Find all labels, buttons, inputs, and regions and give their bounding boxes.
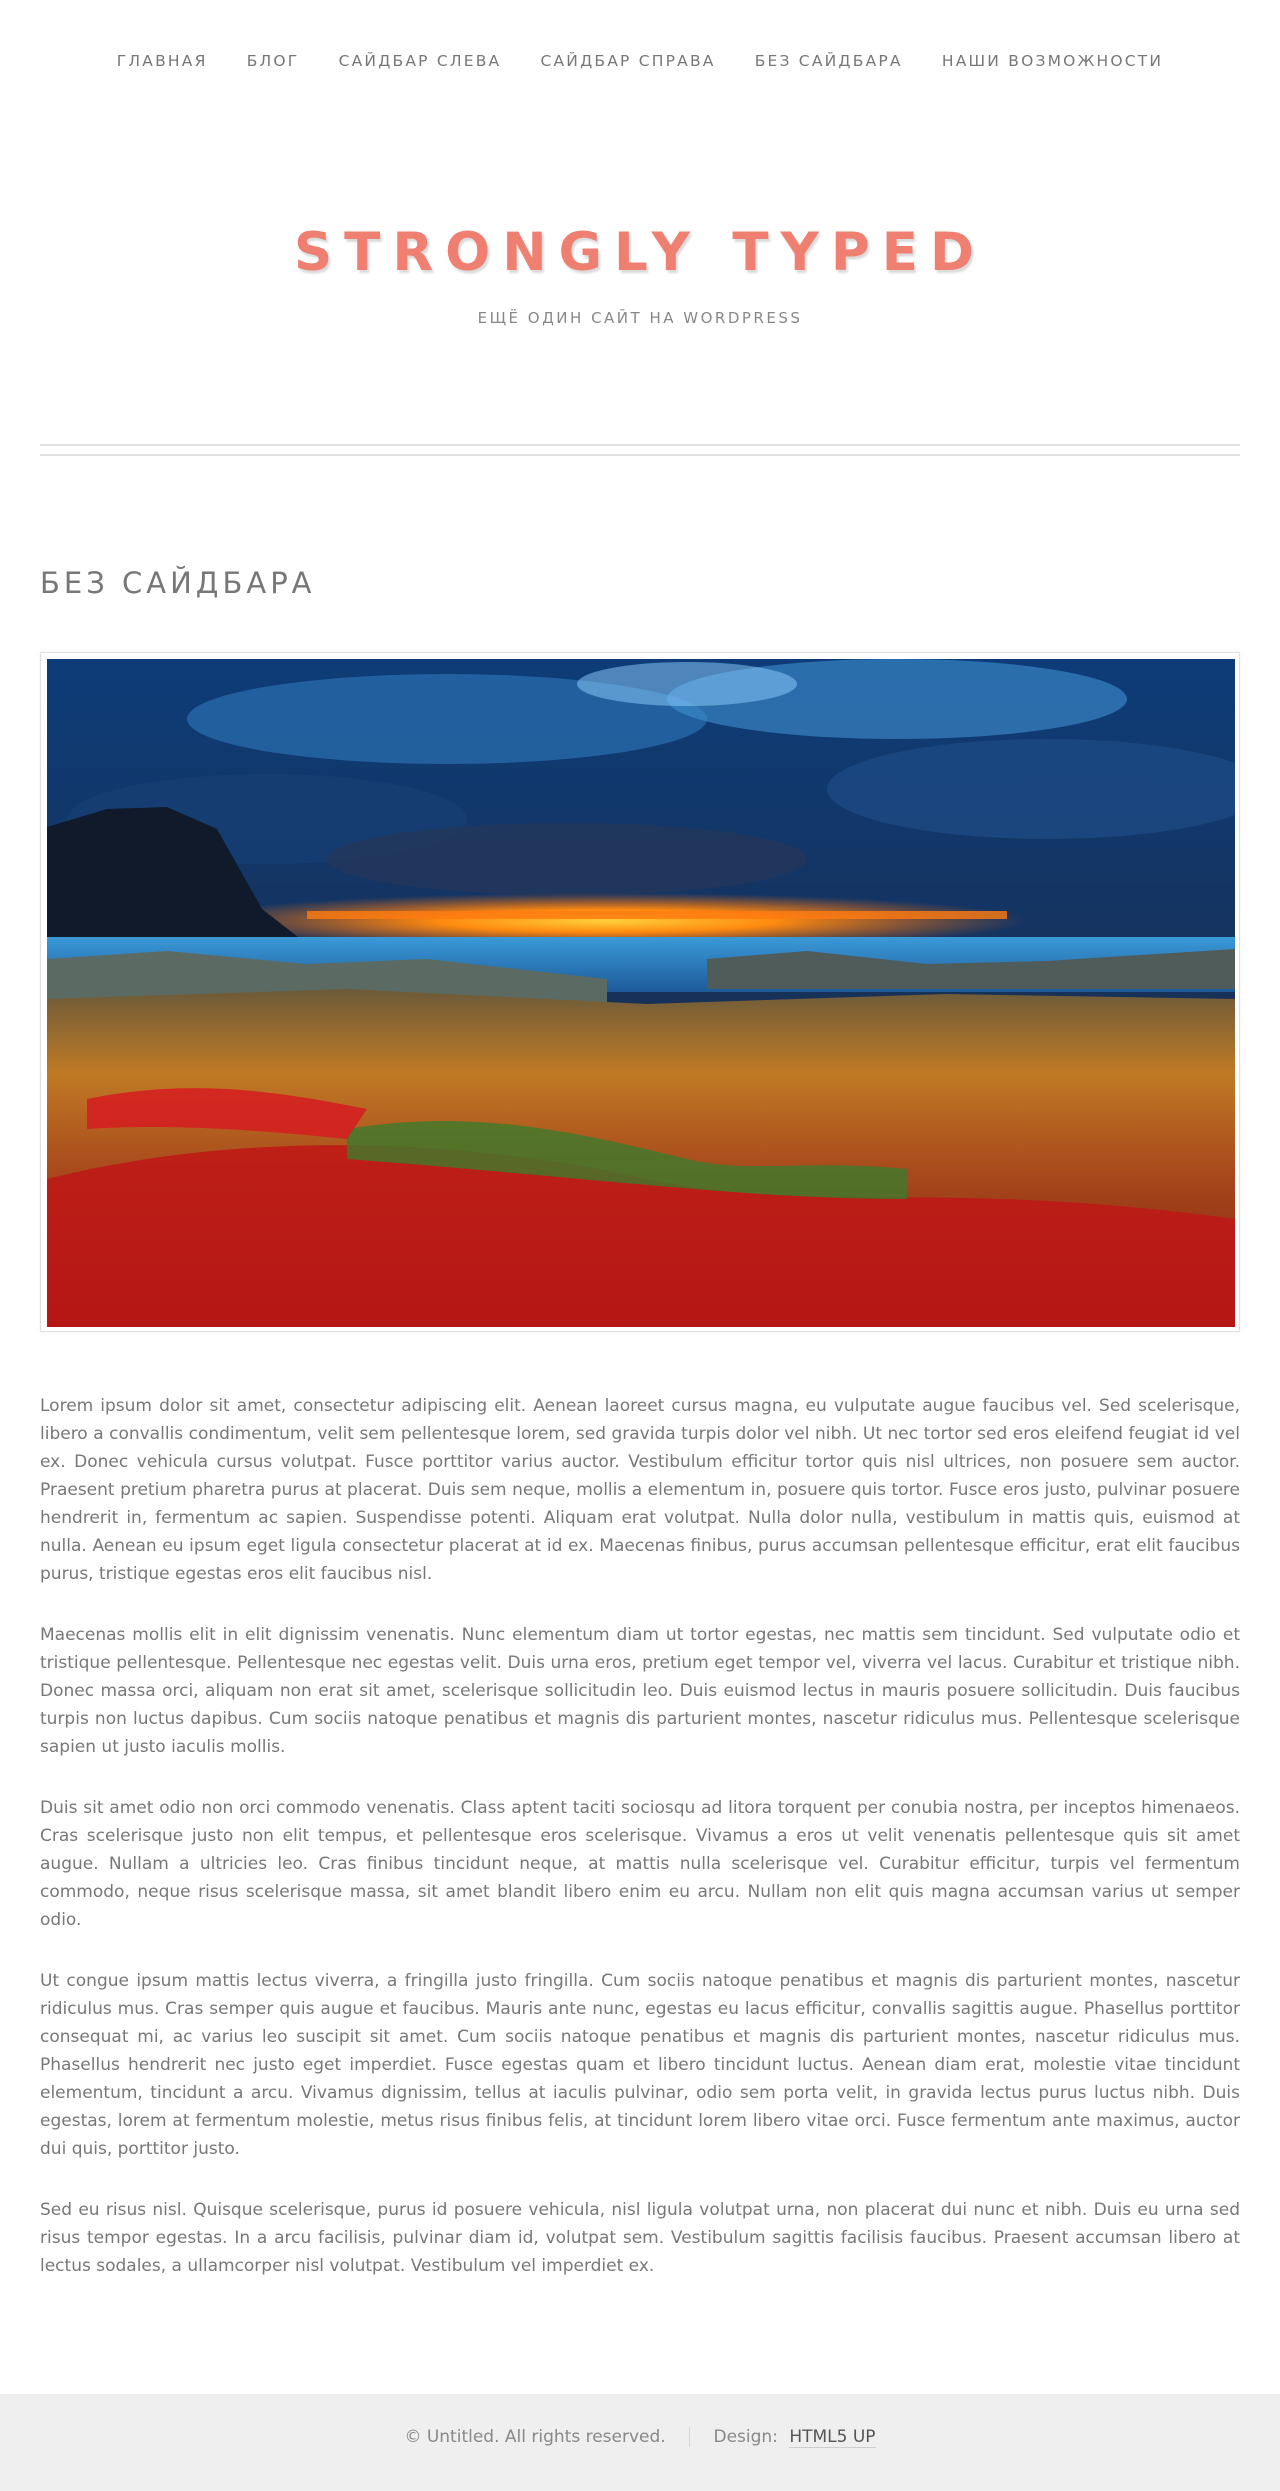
header-divider-top (40, 444, 1240, 446)
paragraph: Maecenas mollis elit in elit dignissim v… (40, 1625, 1240, 1757)
footer-separator (689, 2427, 691, 2447)
header-divider-bottom (40, 454, 1240, 456)
paragraph: Ut congue ipsum mattis lectus viverra, a… (40, 1971, 1240, 2159)
nav-item-home[interactable]: ГЛАВНАЯ (117, 52, 208, 70)
nav-item-blog[interactable]: БЛОГ (247, 52, 300, 70)
page-title: БЕЗ САЙДБАРА (40, 566, 316, 600)
site-footer: © Untitled. All rights reserved. Design:… (0, 2394, 1280, 2491)
nav-item-sidebar-left[interactable]: САЙДБАР СЛЕВА (339, 52, 502, 70)
nav-item-no-sidebar[interactable]: БЕЗ САЙДБАРА (755, 52, 903, 70)
site-tagline: ЕЩЁ ОДИН САЙТ НА WORDPRESS (477, 309, 803, 327)
featured-image-frame (40, 652, 1240, 1332)
paragraph: Lorem ipsum dolor sit amet, consectetur … (40, 1396, 1240, 1584)
landscape-image (47, 659, 1235, 1327)
design-credit-link[interactable]: HTML5 UP (789, 2427, 876, 2448)
nav-item-features[interactable]: НАШИ ВОЗМОЖНОСТИ (942, 52, 1163, 70)
design-credit-label: Design: (713, 2427, 778, 2447)
main-nav: ГЛАВНАЯ БЛОГ САЙДБАР СЛЕВА САЙДБАР СПРАВ… (0, 52, 1280, 70)
nav-item-sidebar-right[interactable]: САЙДБАР СПРАВА (540, 52, 715, 70)
copyright-text: © Untitled. All rights reserved. (404, 2427, 666, 2447)
paragraph: Sed eu risus nisl. Quisque scelerisque, … (40, 2200, 1240, 2276)
site-logo[interactable]: STRONGLY TYPED (0, 222, 1280, 283)
post-content: Lorem ipsum dolor sit amet, consectetur … (40, 1392, 1240, 2313)
paragraph: Duis sit amet odio non orci commodo vene… (40, 1798, 1240, 1930)
